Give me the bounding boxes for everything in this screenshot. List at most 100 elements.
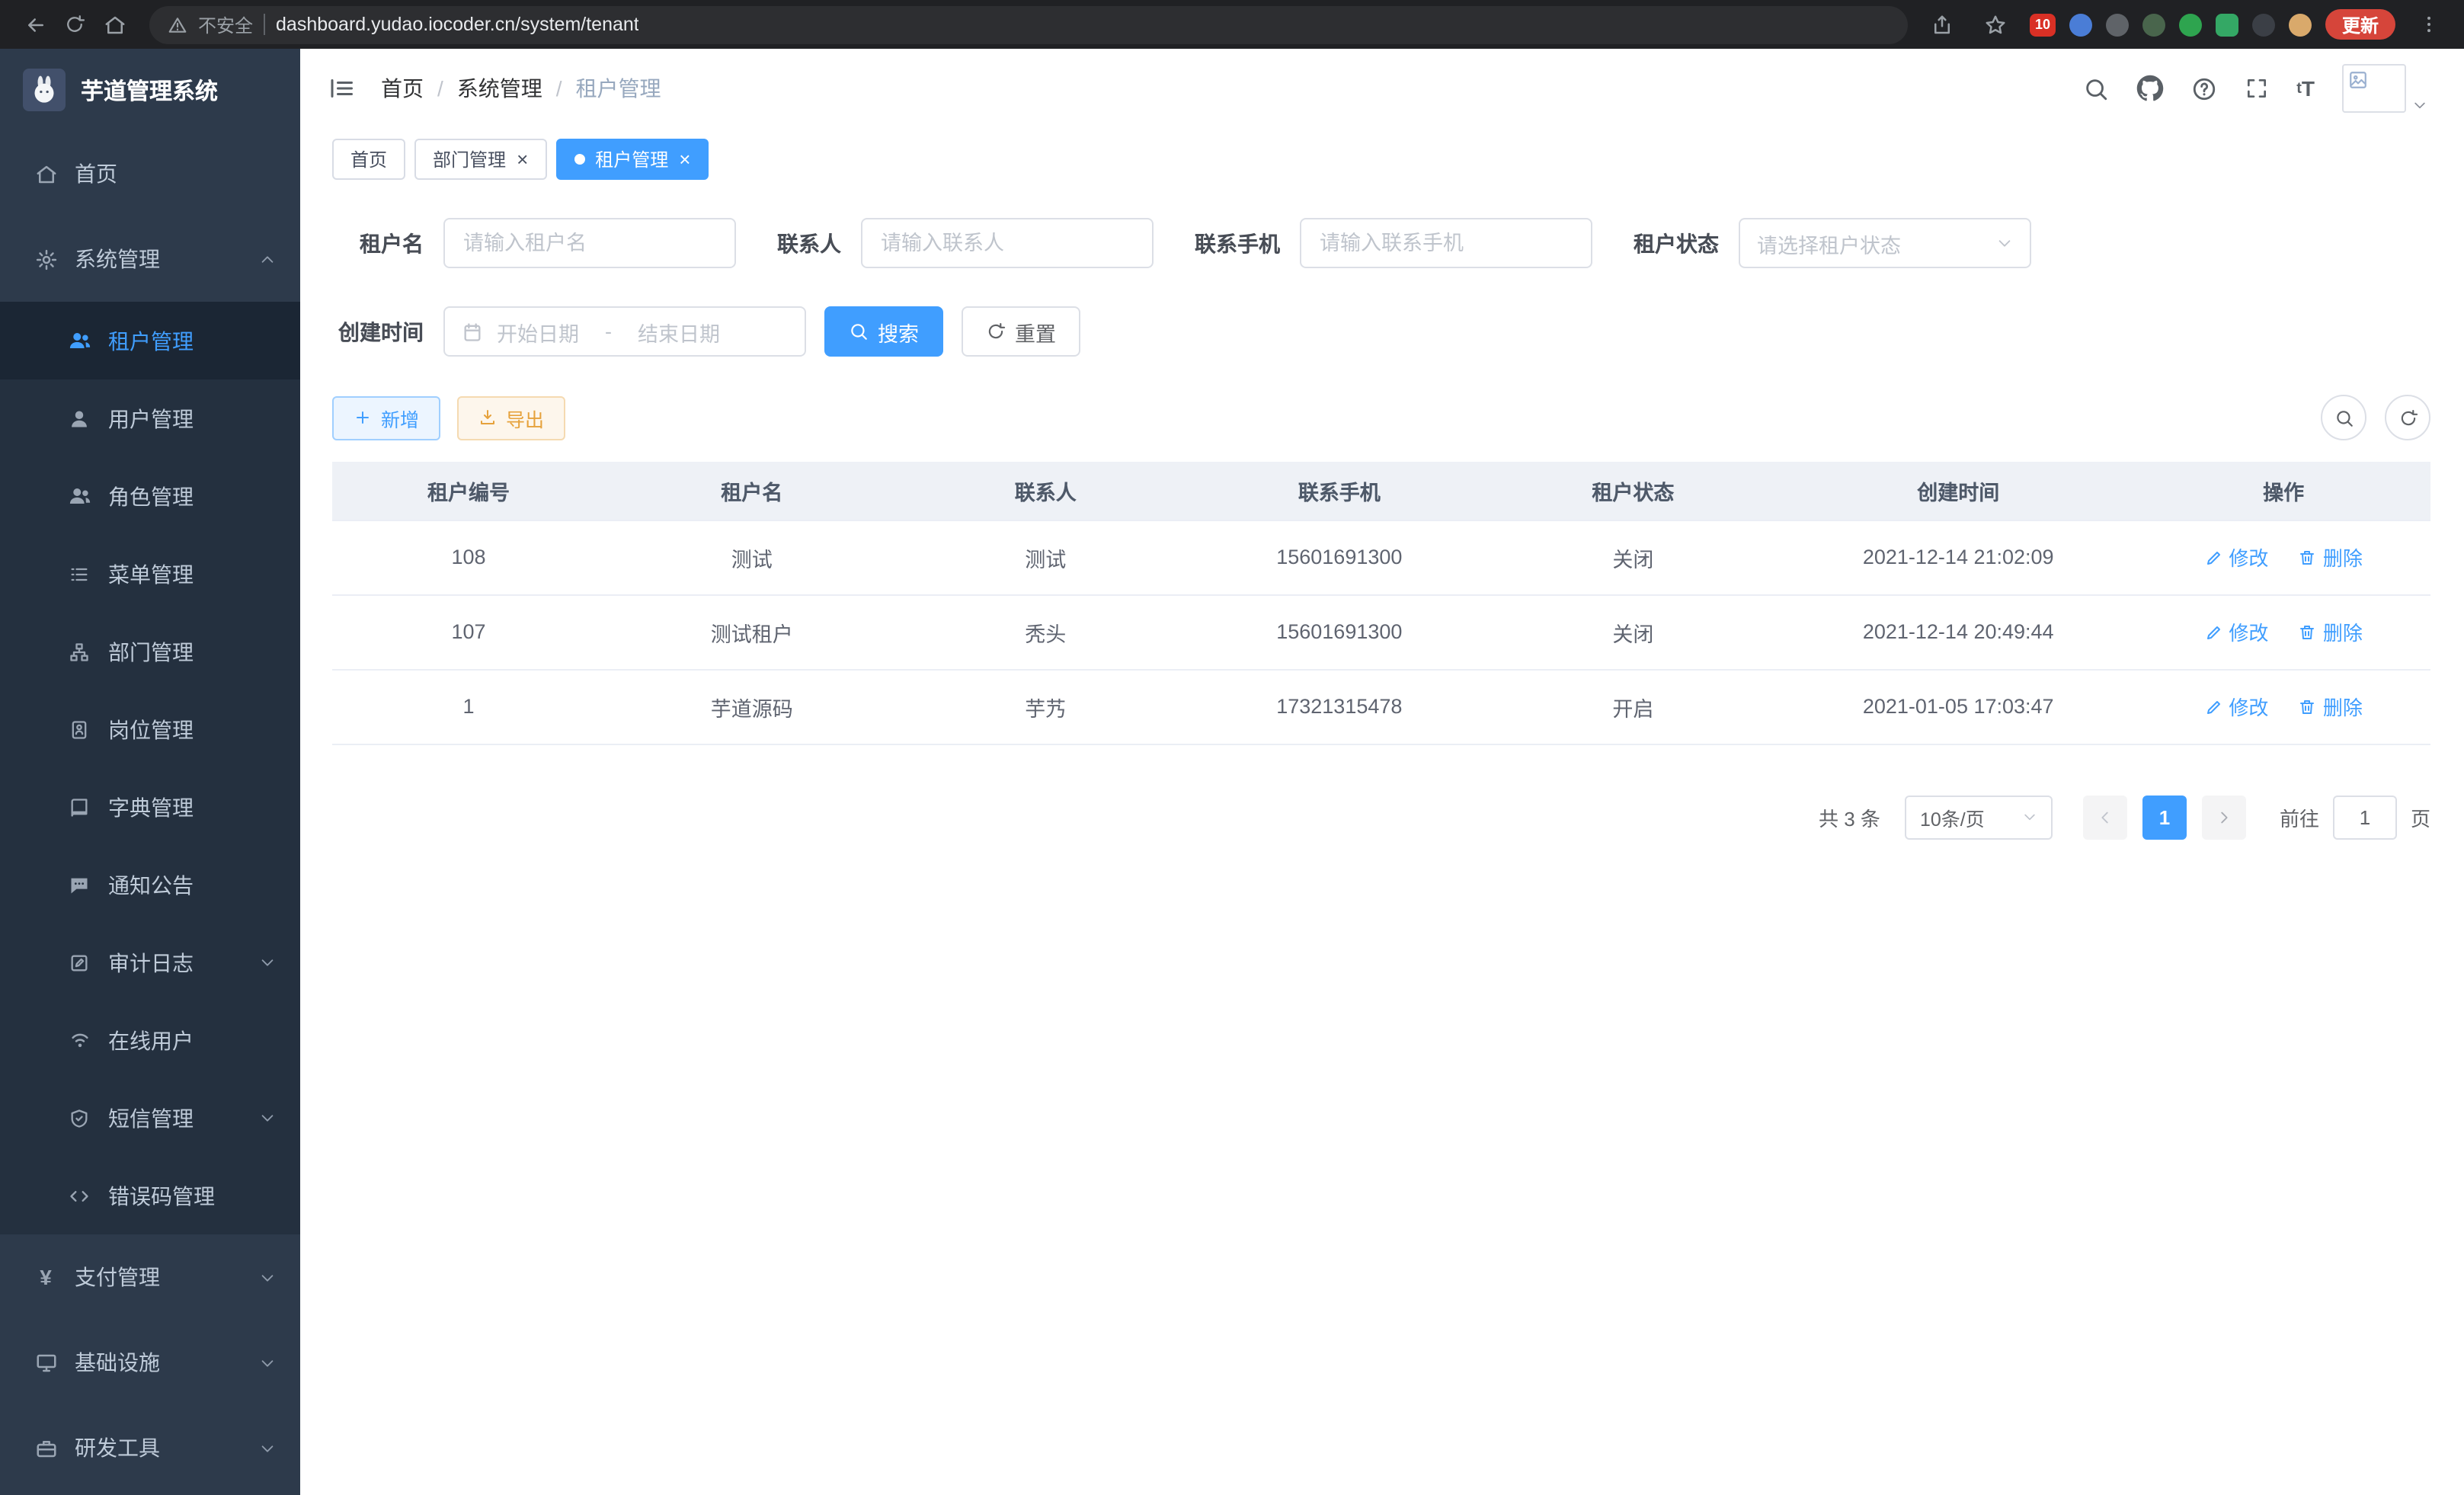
avatar[interactable] (2342, 64, 2406, 113)
delete-link[interactable]: 删除 (2299, 692, 2363, 721)
sidebar-item-menu[interactable]: 菜单管理 (0, 535, 300, 613)
sidebar-item-post[interactable]: 岗位管理 (0, 690, 300, 768)
home-button[interactable] (94, 5, 134, 44)
extension-badge[interactable]: 10 (2030, 13, 2056, 36)
status-select[interactable]: 请选择租户状态 (1739, 218, 2031, 268)
table-header-row: 租户编号 租户名 联系人 联系手机 租户状态 创建时间 操作 (332, 462, 2430, 520)
contact-input[interactable] (861, 218, 1154, 268)
prev-page-button[interactable] (2083, 795, 2127, 839)
help-button[interactable] (2191, 75, 2217, 101)
browser-menu-button[interactable] (2409, 5, 2449, 44)
header: 首页 / 系统管理 / 租户管理 (300, 49, 2464, 128)
sidebar-item-system[interactable]: 系统管理 (0, 216, 300, 302)
close-icon[interactable]: × (517, 149, 528, 169)
plus-icon (354, 408, 372, 427)
roles-icon (67, 484, 91, 508)
fullscreen-button[interactable] (2245, 76, 2269, 101)
next-page-button[interactable] (2202, 795, 2246, 839)
breadcrumb-system[interactable]: 系统管理 (457, 73, 542, 104)
address-bar[interactable]: 不安全 dashboard.yudao.iocoder.cn/system/te… (149, 5, 1908, 43)
status-text: 开启 (1486, 669, 1781, 744)
sidebar-item-notice[interactable]: 通知公告 (0, 846, 300, 924)
yen-icon: ¥ (34, 1265, 58, 1289)
sidebar-item-dept[interactable]: 部门管理 (0, 613, 300, 690)
monitor-icon (34, 1350, 58, 1375)
share-button[interactable] (1923, 5, 1963, 44)
id-badge-icon (67, 717, 91, 741)
extension-icon[interactable] (2216, 13, 2238, 36)
sidebar-item-online-users[interactable]: 在线用户 (0, 1001, 300, 1079)
reload-button[interactable] (55, 5, 94, 44)
extension-icon[interactable] (2179, 13, 2202, 36)
sidebar-toggle-button[interactable] (328, 75, 355, 102)
share-icon (1931, 13, 1954, 36)
sidebar-item-dict[interactable]: 字典管理 (0, 768, 300, 846)
edit-icon (2204, 623, 2222, 641)
font-size-button[interactable]: tT (2296, 76, 2315, 101)
trash-icon (2299, 697, 2317, 715)
sidebar-item-dev-tools[interactable]: 研发工具 (0, 1405, 300, 1490)
edit-link[interactable]: 修改 (2204, 543, 2268, 571)
delete-link[interactable]: 删除 (2299, 543, 2363, 571)
page-number-button[interactable]: 1 (2142, 795, 2187, 839)
delete-link[interactable]: 删除 (2299, 617, 2363, 646)
github-button[interactable] (2136, 75, 2164, 102)
sidebar-item-error-code[interactable]: 错误码管理 (0, 1157, 300, 1234)
shield-icon (67, 1106, 91, 1130)
toggle-search-button[interactable] (2321, 395, 2366, 440)
edit-link[interactable]: 修改 (2204, 692, 2268, 721)
chevron-down-icon (259, 954, 276, 971)
sidebar-item-role[interactable]: 角色管理 (0, 457, 300, 535)
sidebar-item-user[interactable]: 用户管理 (0, 379, 300, 457)
search-submit-button[interactable]: 搜索 (824, 306, 943, 357)
security-warning: 不安全 (198, 11, 253, 37)
update-button[interactable]: 更新 (2325, 9, 2395, 40)
page-size-select[interactable]: 10条/页 (1905, 795, 2053, 839)
create-time-label: 创建时间 (332, 316, 424, 347)
goto-page-input[interactable] (2333, 795, 2397, 839)
table-toolbar: 新增 导出 (332, 395, 2430, 440)
total-count: 共 3 条 (1819, 802, 1880, 831)
close-icon[interactable]: × (679, 149, 690, 169)
breadcrumb-home[interactable]: 首页 (381, 73, 424, 104)
tab-tenant[interactable]: 租户管理 × (555, 139, 709, 180)
tenant-name-input[interactable] (443, 218, 736, 268)
profile-avatar[interactable] (2289, 13, 2312, 36)
refresh-table-button[interactable] (2385, 395, 2430, 440)
chevron-down-icon (2022, 809, 2037, 824)
app-logo[interactable]: 芋道管理系统 (0, 49, 300, 131)
tab-dept[interactable]: 部门管理 × (414, 139, 546, 180)
sidebar-item-home[interactable]: 首页 (0, 131, 300, 216)
broken-image-icon (2348, 70, 2368, 90)
sidebar-item-infrastructure[interactable]: 基础设施 (0, 1320, 300, 1405)
sidebar-item-audit-log[interactable]: 审计日志 (0, 924, 300, 1001)
download-icon (478, 408, 497, 427)
edit-icon (2204, 548, 2222, 566)
refresh-icon (2398, 408, 2418, 427)
chevron-right-icon (2216, 808, 2232, 825)
phone-input[interactable] (1300, 218, 1592, 268)
extension-icon[interactable] (2106, 13, 2129, 36)
sidebar-item-sms[interactable]: 短信管理 (0, 1079, 300, 1157)
sidebar-item-tenant[interactable]: 租户管理 (0, 302, 300, 379)
table-row: 108 测试 测试 15601691300 关闭 2021-12-14 21:0… (332, 520, 2430, 594)
col-contact: 联系人 (899, 462, 1193, 520)
col-created: 创建时间 (1780, 462, 2136, 520)
extension-icon[interactable] (2142, 13, 2165, 36)
search-icon (849, 322, 869, 341)
add-button[interactable]: 新增 (332, 395, 440, 440)
search-button[interactable] (2083, 75, 2109, 101)
extensions-puzzle-icon[interactable] (2252, 13, 2275, 36)
back-button[interactable] (15, 5, 55, 44)
chevron-left-icon (2097, 808, 2114, 825)
tab-home[interactable]: 首页 (332, 139, 405, 180)
edit-link[interactable]: 修改 (2204, 617, 2268, 646)
extension-icon[interactable] (2069, 13, 2092, 36)
export-button[interactable]: 导出 (457, 395, 565, 440)
user-menu[interactable] (2342, 64, 2427, 113)
bookmark-button[interactable] (1976, 5, 2016, 44)
col-status: 租户状态 (1486, 462, 1781, 520)
reset-button[interactable]: 重置 (962, 306, 1080, 357)
date-range-picker[interactable]: 开始日期 - 结束日期 (443, 306, 806, 357)
sidebar-item-payment[interactable]: ¥ 支付管理 (0, 1234, 300, 1320)
